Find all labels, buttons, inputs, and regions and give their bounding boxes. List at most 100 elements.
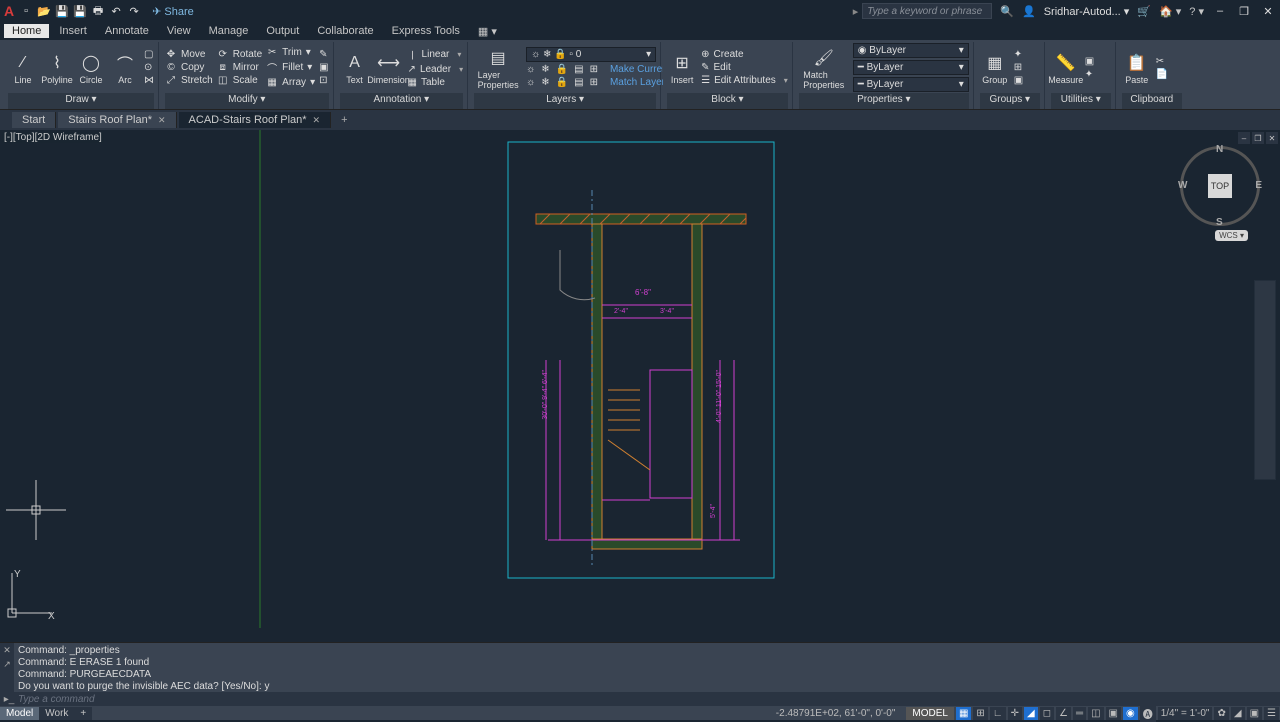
gear-toggle[interactable]: ✿ — [1214, 707, 1228, 720]
line-button[interactable]: ∕Line — [8, 51, 38, 85]
stretch-button[interactable]: ⤢Stretch — [165, 75, 213, 86]
color-combo[interactable]: ◉ ByLayer▾ — [853, 43, 969, 58]
anno-toggle[interactable]: 🅐 — [1140, 705, 1156, 722]
trim-button[interactable]: ✂Trim ▾ — [266, 47, 315, 58]
scale-list[interactable]: 1/4" = 1'-0" — [1158, 707, 1213, 720]
groups-misc-3[interactable]: ▣ — [1014, 75, 1023, 86]
osnap-toggle[interactable]: ◻ — [1040, 707, 1054, 720]
text-button[interactable]: AText — [340, 51, 370, 85]
iso-draft[interactable]: ◢ — [1231, 707, 1245, 720]
undo-icon[interactable]: ↶ — [108, 3, 124, 19]
doctab-stairs[interactable]: Stairs Roof Plan*✕ — [58, 112, 176, 128]
tab-output[interactable]: Output — [258, 24, 307, 38]
draw-misc-3[interactable]: ⋈ — [144, 75, 154, 86]
tab-featured[interactable]: ▦ ▾ — [470, 24, 505, 39]
new-tab-button[interactable]: + — [333, 114, 355, 126]
tab-annotate[interactable]: Annotate — [97, 24, 157, 38]
panel-title-groups[interactable]: Groups ▾ — [980, 93, 1040, 109]
cart-icon[interactable]: 🛒 — [1137, 5, 1151, 18]
array-button[interactable]: ▦Array ▾ — [266, 77, 315, 88]
linear-button[interactable]: 〡 Linear — [408, 47, 464, 62]
drawing-canvas[interactable]: [-][Top][2D Wireframe] – ❐ ✕ TOP N S E W… — [0, 130, 1280, 628]
doctab-start[interactable]: Start — [12, 112, 56, 128]
trans-toggle[interactable]: ◫ — [1088, 707, 1103, 720]
search-icon[interactable]: 🔍 — [1000, 5, 1014, 18]
command-input[interactable]: ▸_ Type a command — [0, 692, 1280, 706]
model-toggle[interactable]: MODEL — [906, 707, 954, 720]
redo-icon[interactable]: ↷ — [126, 3, 142, 19]
paste-button[interactable]: 📋Paste — [1122, 51, 1152, 85]
lineweight-combo[interactable]: ━ ByLayer▾ — [853, 77, 969, 92]
group-button[interactable]: ▦Group — [980, 51, 1010, 85]
share-link[interactable]: ✈ Share — [152, 5, 194, 18]
sc-toggle[interactable]: ▣ — [1106, 707, 1121, 720]
scale-button[interactable]: ◫Scale — [217, 75, 262, 86]
arc-button[interactable]: ⌒Arc — [110, 51, 140, 85]
draw-misc-2[interactable]: ⊙ — [144, 62, 154, 73]
lwt-toggle[interactable]: ═ — [1073, 707, 1086, 720]
ortho-toggle[interactable]: ∟ — [990, 707, 1006, 720]
panel-title-utilities[interactable]: Utilities ▾ — [1051, 93, 1111, 109]
tab-manage[interactable]: Manage — [201, 24, 257, 38]
cmd-handle-icon[interactable]: ↗ — [0, 657, 14, 671]
tab-insert[interactable]: Insert — [51, 24, 95, 38]
edit-button[interactable]: ✎ Edit — [701, 62, 788, 73]
match-prop-button[interactable]: 🖌Match Properties — [799, 46, 849, 90]
custom-toggle[interactable]: ☰ — [1264, 707, 1279, 720]
copy-button[interactable]: ©Copy — [165, 62, 213, 73]
close-button[interactable]: ✕ — [1260, 3, 1276, 19]
saveas-icon[interactable]: 💾 — [72, 3, 88, 19]
save-icon[interactable]: 💾 — [54, 3, 70, 19]
panel-title-properties[interactable]: Properties ▾ — [799, 93, 969, 109]
modify-misc-3[interactable]: ⊡ — [319, 75, 328, 86]
groups-misc-2[interactable]: ⊞ — [1014, 62, 1023, 73]
layer-combo[interactable]: ☼ ❄ 🔒 ▫ 0▾ — [526, 47, 656, 62]
layer-row-2[interactable]: ☼❄🔒▤⊞ Make Current — [526, 64, 656, 75]
iso-toggle[interactable]: ◢ — [1024, 707, 1038, 720]
groups-misc-1[interactable]: ✦ — [1014, 49, 1023, 60]
track-toggle[interactable]: ∠ — [1056, 707, 1071, 720]
util-misc-2[interactable]: ✦ — [1085, 69, 1094, 80]
open-icon[interactable]: 📂 — [36, 3, 52, 19]
close-icon[interactable]: ✕ — [158, 115, 166, 126]
clean-screen[interactable]: ▣ — [1247, 707, 1262, 720]
fillet-button[interactable]: ⌒Fillet ▾ — [266, 60, 315, 75]
create-button[interactable]: ⊕ Create — [701, 49, 788, 60]
panel-title-block[interactable]: Block ▾ — [667, 93, 788, 109]
tab-view[interactable]: View — [159, 24, 199, 38]
polyline-button[interactable]: ⌇Polyline — [42, 51, 72, 85]
insert-button[interactable]: ⊞Insert — [667, 51, 697, 85]
grid-toggle[interactable]: ▦ — [956, 707, 971, 720]
circle-button[interactable]: ◯Circle — [76, 51, 106, 85]
search-input[interactable]: Type a keyword or phrase — [862, 3, 992, 19]
panel-title-modify[interactable]: Modify ▾ — [165, 93, 329, 109]
layer-properties-button[interactable]: ▤Layer Properties — [474, 46, 522, 90]
help-icon[interactable]: ? ▾ — [1189, 5, 1204, 18]
leader-button[interactable]: ↗ Leader — [408, 64, 464, 75]
layout-model[interactable]: Model — [0, 707, 39, 720]
dimension-button[interactable]: ⟷Dimension — [374, 51, 404, 85]
mirror-button[interactable]: ⧈Mirror — [217, 62, 262, 73]
modify-misc-1[interactable]: ✎ — [319, 49, 328, 60]
snap-toggle[interactable]: ⊞ — [973, 707, 987, 720]
panel-title-annotation[interactable]: Annotation ▾ — [340, 93, 464, 109]
qp-toggle[interactable]: ◉ — [1123, 707, 1138, 720]
clip-misc-2[interactable]: 📄 — [1156, 69, 1168, 80]
tab-express[interactable]: Express Tools — [384, 24, 468, 38]
user-name[interactable]: Sridhar-Autod... ▾ — [1044, 5, 1130, 18]
new-icon[interactable]: ▫ — [18, 3, 34, 19]
cmd-close-icon[interactable]: ✕ — [0, 643, 14, 657]
clip-misc-1[interactable]: ✂ — [1156, 56, 1168, 67]
measure-button[interactable]: 📏Measure — [1051, 51, 1081, 85]
minimize-button[interactable]: – — [1212, 3, 1228, 19]
linetype-combo[interactable]: ━ ByLayer▾ — [853, 60, 969, 75]
tab-home[interactable]: Home — [4, 24, 49, 38]
util-misc-1[interactable]: ▣ — [1085, 56, 1094, 67]
editattr-button[interactable]: ☰ Edit Attributes — [701, 75, 788, 86]
plot-icon[interactable]: 🖶 — [90, 3, 106, 19]
modify-misc-2[interactable]: ▣ — [319, 62, 328, 73]
user-icon[interactable]: 👤 — [1022, 5, 1036, 18]
layout-add[interactable]: + — [74, 707, 92, 720]
close-icon[interactable]: ✕ — [313, 115, 321, 126]
polar-toggle[interactable]: ✛ — [1008, 707, 1022, 720]
